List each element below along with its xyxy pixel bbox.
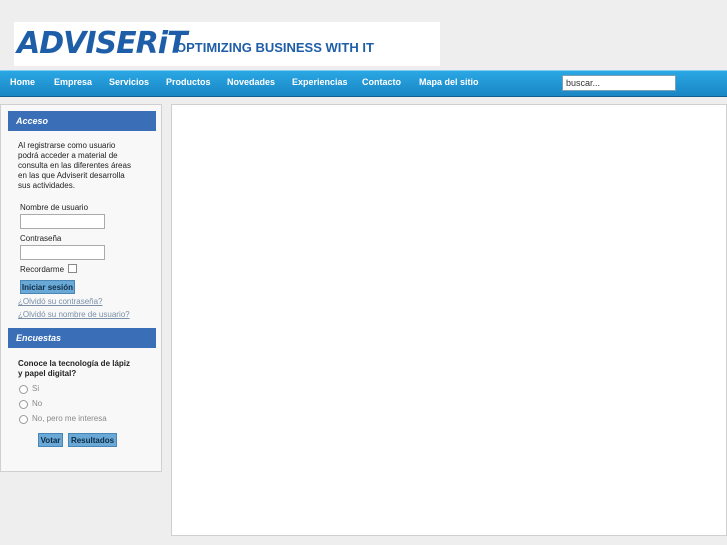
nav-item-home[interactable]: Home <box>10 71 35 96</box>
poll-module-title: Encuestas <box>8 328 156 348</box>
nav-item-productos[interactable]: Productos <box>166 71 211 96</box>
poll-option-radio[interactable] <box>19 385 28 394</box>
nav-item-servicios[interactable]: Servicios <box>109 71 149 96</box>
remember-me-checkbox[interactable] <box>68 264 77 273</box>
poll-option-label: No <box>32 399 43 408</box>
main-navigation: Home Empresa Servicios Productos Novedad… <box>0 70 727 97</box>
main-content-area <box>171 104 727 536</box>
nav-item-empresa[interactable]: Empresa <box>54 71 92 96</box>
login-intro-line: podrá acceder a material de <box>18 151 118 160</box>
login-intro-line: en las que Adviserit desarrolla <box>18 171 125 180</box>
login-module-title: Acceso <box>8 111 156 131</box>
poll-option-radio[interactable] <box>19 400 28 409</box>
poll-option-radio[interactable] <box>19 415 28 424</box>
username-input[interactable] <box>20 214 105 229</box>
nav-item-mapa-del-sitio[interactable]: Mapa del sitio <box>419 71 479 96</box>
login-intro-line: Al registrarse como usuario <box>18 141 116 150</box>
nav-item-contacto[interactable]: Contacto <box>362 71 401 96</box>
forgot-password-link[interactable]: ¿Olvidó su contraseña? <box>18 297 103 306</box>
login-intro-line: consulta en las diferentes áreas <box>18 161 131 170</box>
adviserit-logo[interactable]: ADVISERiT OPTIMIZING BUSINESS WITH IT <box>14 22 440 66</box>
logo-tagline: OPTIMIZING BUSINESS WITH IT <box>176 40 374 55</box>
search-input[interactable] <box>562 75 676 91</box>
nav-item-experiencias[interactable]: Experiencias <box>292 71 348 96</box>
login-button[interactable]: Iniciar sesión <box>20 280 75 294</box>
vote-button[interactable]: Votar <box>38 433 63 447</box>
poll-option-label: Si <box>32 384 40 393</box>
forgot-username-link[interactable]: ¿Olvidó su nombre de usuario? <box>18 310 130 319</box>
username-label: Nombre de usuario <box>20 203 89 212</box>
sidebar: Acceso Al registrarse como usuario podrá… <box>0 104 162 472</box>
password-label: Contraseña <box>20 234 62 243</box>
nav-item-novedades[interactable]: Novedades <box>227 71 275 96</box>
poll-question-line: Conoce la tecnología de lápiz <box>18 359 131 368</box>
header: ADVISERiT OPTIMIZING BUSINESS WITH IT <box>0 0 727 70</box>
password-input[interactable] <box>20 245 105 260</box>
logo-name: ADVISERiT <box>17 26 187 61</box>
poll-option-label: No, pero me interesa <box>32 414 107 423</box>
poll-question-line: y papel digital? <box>18 369 77 378</box>
results-button[interactable]: Resultados <box>68 433 117 447</box>
remember-me-label: Recordarme <box>20 265 65 274</box>
login-intro-line: sus actividades. <box>18 181 75 190</box>
